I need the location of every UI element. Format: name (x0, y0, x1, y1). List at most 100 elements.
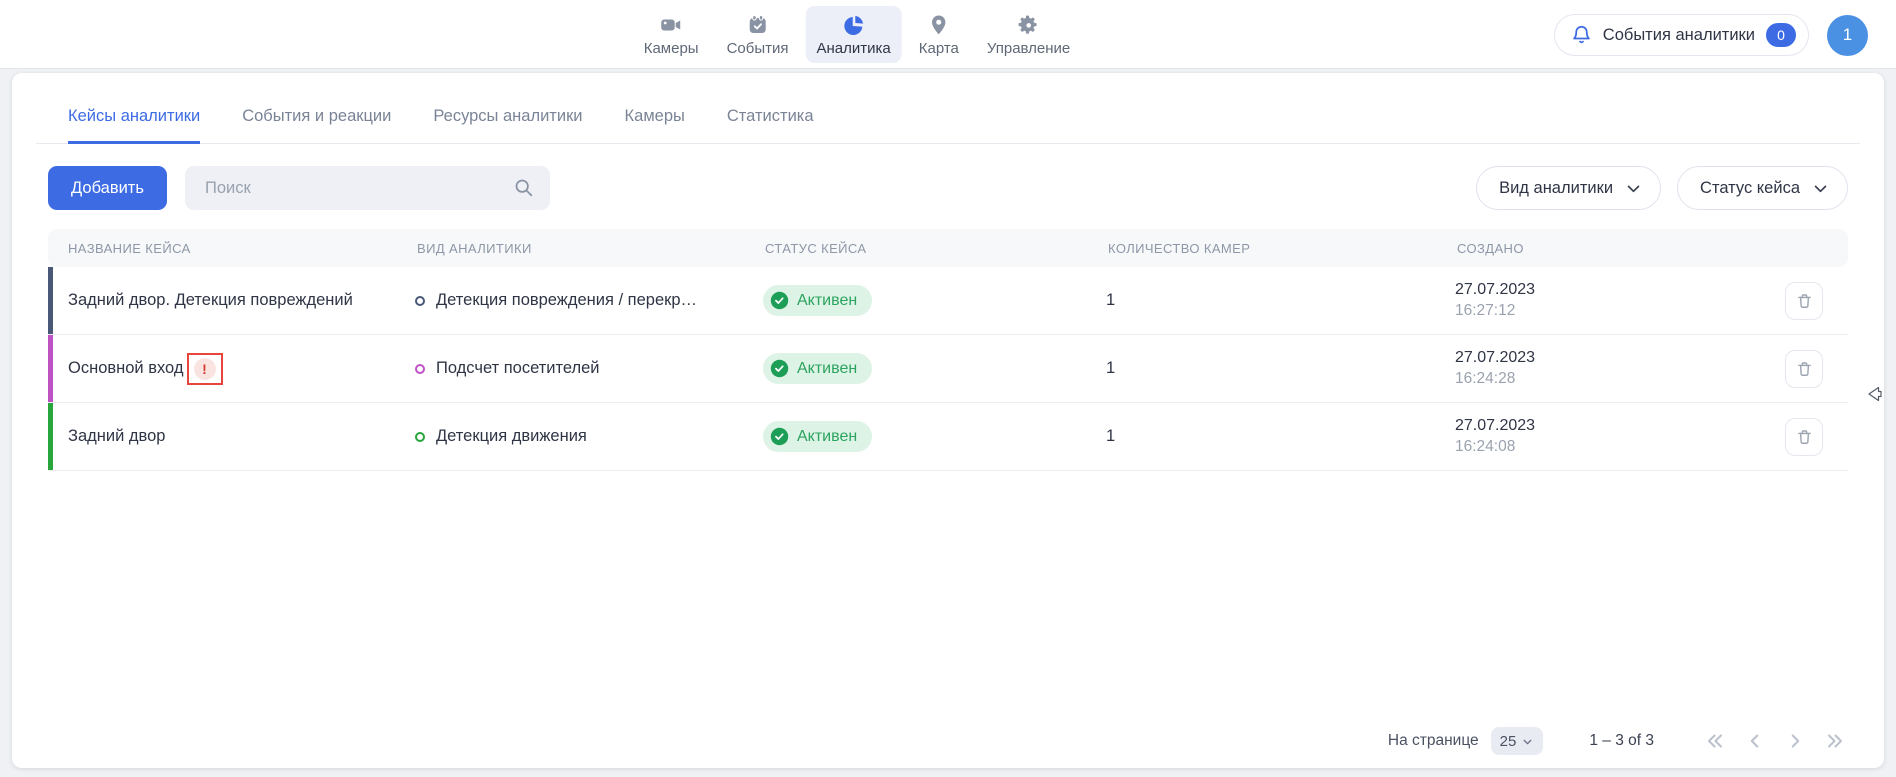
analytics-type: Детекция движения (436, 427, 587, 446)
analytics-type: Детекция повреждения / перекр… (436, 291, 697, 310)
per-page-value: 25 (1500, 733, 1517, 750)
nav-item-cameras[interactable]: Камеры (633, 6, 710, 63)
prev-page-button[interactable] (1742, 728, 1768, 754)
tab-statistics[interactable]: Статистика (727, 107, 814, 144)
trash-icon (1796, 360, 1813, 378)
per-page-label: На странице (1388, 732, 1479, 750)
trash-icon (1796, 292, 1813, 310)
nav-item-analytics[interactable]: Аналитика (806, 6, 902, 63)
created-date: 27.07.2023 (1455, 417, 1760, 435)
camera-icon (659, 13, 683, 37)
per-page-select[interactable]: 25 (1491, 727, 1544, 755)
case-color-bar (48, 267, 53, 334)
cameras-count: 1 (1106, 359, 1455, 378)
cases-table: НАЗВАНИЕ КЕЙСА ВИД АНАЛИТИКИ СТАТУС КЕЙС… (48, 229, 1848, 471)
filters: Вид аналитики Статус кейса (1476, 166, 1848, 210)
tab-events-reactions[interactable]: События и реакции (242, 107, 391, 144)
status-badge: Активен (763, 285, 872, 316)
map-pin-icon (927, 13, 951, 37)
trash-icon (1796, 428, 1813, 446)
page-range-label: 1 – 3 of 3 (1589, 732, 1654, 750)
case-color-bar (48, 403, 53, 470)
double-chevron-right-icon (1824, 730, 1846, 752)
created-time: 16:27:12 (1455, 302, 1760, 320)
nav-label: Аналитика (817, 40, 891, 57)
created-date: 27.07.2023 (1455, 349, 1760, 367)
analytics-type-filter-label: Вид аналитики (1499, 179, 1613, 198)
calendar-check-icon (746, 13, 770, 37)
col-header-cameras: КОЛИЧЕСТВО КАМЕР (1106, 241, 1455, 256)
cameras-count: 1 (1106, 291, 1455, 310)
table-row[interactable]: Основной вход ! Подсчет посетителей Акти… (48, 335, 1848, 403)
delete-case-button[interactable] (1785, 282, 1823, 320)
check-circle-icon (770, 359, 789, 378)
status-label: Активен (797, 428, 857, 446)
search-input[interactable] (185, 166, 550, 210)
status-label: Активен (797, 292, 857, 310)
table-row[interactable]: Задний двор. Детекция повреждений Детекц… (48, 267, 1848, 335)
main-nav: Камеры События Аналитика Карта Управлени… (633, 6, 1082, 63)
search-icon[interactable] (513, 177, 534, 203)
analytics-type-dot-icon (415, 432, 425, 442)
case-name: Задний двор (68, 427, 165, 446)
warning-highlight-box: ! (187, 353, 223, 385)
case-color-bar (48, 335, 53, 402)
next-page-button[interactable] (1782, 728, 1808, 754)
check-circle-icon (770, 427, 789, 446)
table-row[interactable]: Задний двор Детекция движения Активен 1 … (48, 403, 1848, 471)
col-header-status: СТАТУС КЕЙСА (763, 241, 1106, 256)
status-badge: Активен (763, 421, 872, 452)
nav-item-management[interactable]: Управление (976, 6, 1081, 63)
status-badge: Активен (763, 353, 872, 384)
avatar[interactable]: 1 (1827, 15, 1868, 56)
created-time: 16:24:08 (1455, 438, 1760, 456)
pagination-bar: На странице 25 1 – 3 of 3 (12, 714, 1884, 768)
events-count-badge: 0 (1766, 23, 1796, 47)
case-name: Задний двор. Детекция повреждений (68, 291, 353, 310)
tab-analytics-cases[interactable]: Кейсы аналитики (68, 107, 200, 144)
created-time: 16:24:28 (1455, 370, 1760, 388)
nav-label: Управление (987, 40, 1070, 57)
nav-label: События (727, 40, 789, 57)
bell-icon (1571, 24, 1592, 46)
last-page-button[interactable] (1822, 728, 1848, 754)
pager-nav (1702, 728, 1848, 754)
check-circle-icon (770, 291, 789, 310)
status-label: Активен (797, 360, 857, 378)
chevron-down-icon (1812, 180, 1829, 197)
chevron-down-icon (1625, 180, 1642, 197)
created-date: 27.07.2023 (1455, 281, 1760, 299)
nav-item-map[interactable]: Карта (908, 6, 970, 63)
events-button-label: События аналитики (1603, 26, 1755, 45)
col-header-created: СОЗДАНО (1455, 241, 1760, 256)
col-header-name: НАЗВАНИЕ КЕЙСА (48, 241, 415, 256)
analytics-type-filter[interactable]: Вид аналитики (1476, 166, 1661, 210)
analytics-type: Подсчет посетителей (436, 359, 600, 378)
delete-case-button[interactable] (1785, 350, 1823, 388)
analytics-type-dot-icon (415, 364, 425, 374)
case-name: Основной вход (68, 359, 184, 378)
case-status-filter[interactable]: Статус кейса (1677, 166, 1848, 210)
analytics-events-button[interactable]: События аналитики 0 (1554, 14, 1809, 56)
mouse-cursor (1866, 385, 1882, 408)
first-page-button[interactable] (1702, 728, 1728, 754)
table-header-row: НАЗВАНИЕ КЕЙСА ВИД АНАЛИТИКИ СТАТУС КЕЙС… (48, 229, 1848, 267)
warning-icon: ! (194, 358, 216, 380)
chevron-left-icon (1744, 730, 1766, 752)
tab-bar: Кейсы аналитики События и реакции Ресурс… (36, 73, 1860, 144)
tab-cameras[interactable]: Камеры (625, 107, 685, 144)
col-header-type: ВИД АНАЛИТИКИ (415, 241, 763, 256)
delete-case-button[interactable] (1785, 418, 1823, 456)
toolbar: Добавить Вид аналитики Статус кейса (48, 166, 1848, 210)
nav-label: Карта (919, 40, 959, 57)
tab-analytics-resources[interactable]: Ресурсы аналитики (433, 107, 582, 144)
nav-label: Камеры (644, 40, 699, 57)
gear-icon (1017, 13, 1041, 37)
double-chevron-left-icon (1704, 730, 1726, 752)
top-nav-bar: Камеры События Аналитика Карта Управлени… (0, 0, 1896, 69)
analytics-page: Кейсы аналитики События и реакции Ресурс… (12, 73, 1884, 768)
chevron-down-icon (1521, 735, 1534, 748)
analytics-type-dot-icon (415, 296, 425, 306)
add-button[interactable]: Добавить (48, 166, 167, 210)
nav-item-events[interactable]: События (716, 6, 800, 63)
